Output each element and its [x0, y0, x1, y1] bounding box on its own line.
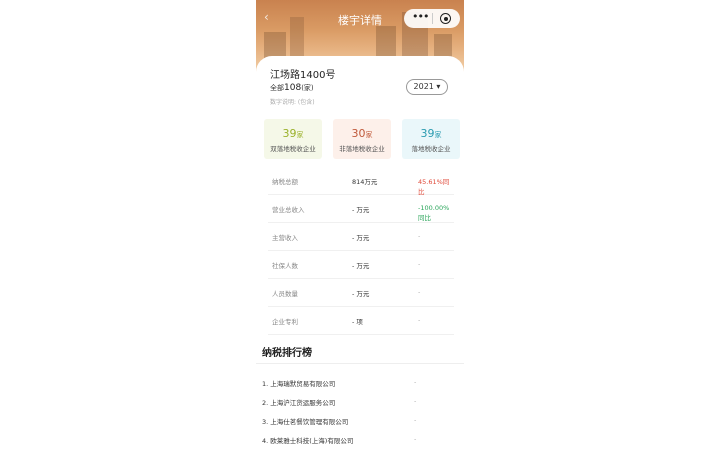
stat-label: 非落地税收企业: [339, 145, 385, 153]
ranking-value: -: [414, 378, 417, 386]
detail-card: 江场路1400号 全部108(家) 数字说明: (包含) 2021 ▾ 39家 …: [256, 56, 464, 450]
metric-label: 主营收入: [272, 234, 298, 242]
ranking-company-name: 2. 上海沪江货运服务公司: [262, 399, 336, 407]
metric-change: -: [418, 232, 421, 240]
stat-card-local-tax[interactable]: 39家 落地税收企业: [402, 119, 460, 159]
metric-change: -100.00%同比: [418, 204, 450, 222]
building-address: 江场路1400号: [270, 70, 336, 81]
metric-change: -: [418, 260, 421, 268]
ranking-item[interactable]: 3. 上海仕茗餐饮管理有限公司 -: [262, 412, 458, 431]
stat-unit: 家: [434, 131, 442, 139]
phone-screen: ‹ 楼宇详情 ••• 江场路1400号 全部108(家) 数字说明: (包含) …: [256, 0, 464, 450]
metric-row-staff: 人员数量 - 万元 -: [268, 278, 454, 307]
metric-label: 营业总收入: [272, 206, 305, 214]
metric-change: -: [418, 288, 421, 296]
metric-change: 45.61%同比: [418, 178, 450, 196]
more-dots-icon[interactable]: •••: [412, 10, 429, 23]
stat-label: 落地税收企业: [411, 145, 451, 153]
ranking-value: -: [414, 397, 417, 405]
metric-value: 814万元: [352, 178, 378, 186]
ranking-item[interactable]: 2. 上海沪江货运服务公司 -: [262, 393, 458, 412]
count-value: 108: [284, 83, 302, 93]
metric-value: - 万元: [352, 234, 370, 242]
metric-value: - 万元: [352, 262, 370, 270]
ranking-company-name: 4. 欧莱雅士科技(上海)有限公司: [262, 437, 354, 445]
metric-change: -: [418, 316, 421, 324]
stat-value: 39: [282, 127, 297, 140]
company-count: 全部108(家): [270, 83, 314, 93]
stat-label: 双落地税收企业: [270, 145, 316, 153]
metric-value: - 万元: [352, 290, 370, 298]
count-prefix: 全部: [270, 84, 284, 92]
mini-program-capsule: •••: [404, 9, 460, 28]
ranking-company-name: 1. 上海瑞默贸易有限公司: [262, 380, 336, 388]
metric-label: 人员数量: [272, 290, 298, 298]
count-note: 数字说明: (包含): [270, 99, 315, 106]
stat-card-dual-tax[interactable]: 39家 双落地税收企业: [264, 119, 322, 159]
stat-unit: 家: [365, 131, 373, 139]
metric-value: - 万元: [352, 206, 370, 214]
count-suffix: (家): [301, 84, 314, 92]
metric-row-social-security: 社保人数 - 万元 -: [268, 250, 454, 279]
ranking-title: 纳税排行榜: [262, 348, 312, 359]
ranking-company-name: 3. 上海仕茗餐饮管理有限公司: [262, 418, 349, 426]
metric-row-revenue: 营业总收入 - 万元 -100.00%同比: [268, 194, 454, 223]
stat-value: 30: [351, 127, 366, 140]
metric-row-main-income: 主营收入 - 万元 -: [268, 222, 454, 251]
year-select[interactable]: 2021 ▾: [406, 79, 448, 95]
ranking-value: -: [414, 416, 417, 424]
metric-label: 社保人数: [272, 262, 298, 270]
metric-row-patents: 企业专利 - 项 -: [268, 306, 454, 335]
target-icon[interactable]: [440, 13, 451, 24]
ranking-item[interactable]: 1. 上海瑞默贸易有限公司 -: [262, 374, 458, 393]
stat-value: 39: [420, 127, 435, 140]
ranking-item[interactable]: 4. 欧莱雅士科技(上海)有限公司 -: [262, 431, 458, 450]
metric-label: 纳税总额: [272, 178, 298, 186]
metric-value: - 项: [352, 318, 363, 326]
capsule-divider: [432, 13, 433, 24]
stat-card-non-local-tax[interactable]: 30家 非落地税收企业: [333, 119, 391, 159]
ranking-value: -: [414, 435, 417, 443]
metric-label: 企业专利: [272, 318, 298, 326]
section-divider: [256, 363, 464, 364]
stat-unit: 家: [296, 131, 304, 139]
metric-row-total-tax: 纳税总额 814万元 45.61%同比: [268, 166, 454, 196]
